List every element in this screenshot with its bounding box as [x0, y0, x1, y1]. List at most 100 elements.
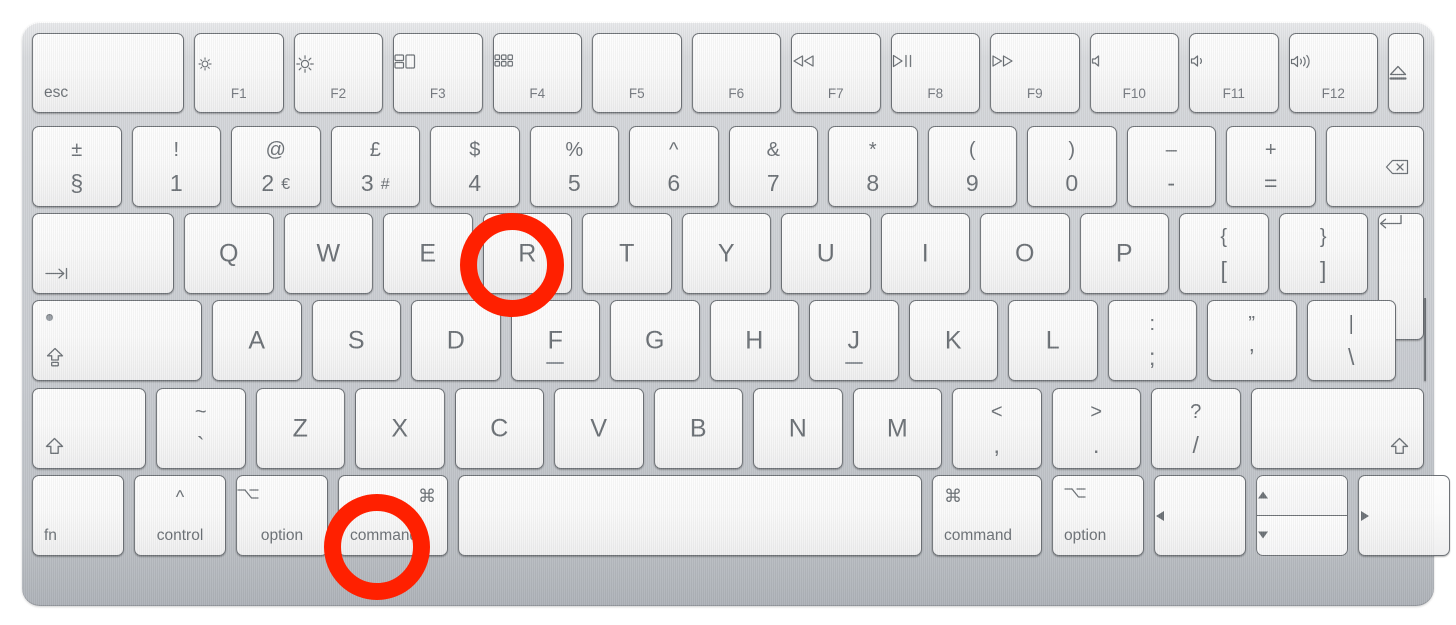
key-legend: J: [847, 326, 861, 354]
f6-key[interactable]: F6: [691, 33, 781, 113]
f3-mission-control-key[interactable]: F3: [393, 33, 483, 113]
m-key[interactable]: M: [852, 388, 942, 469]
control-key[interactable]: ^ control: [134, 475, 226, 556]
digit-1-key[interactable]: ! 1: [131, 126, 221, 207]
f2-brightness-up-key[interactable]: F2: [293, 33, 383, 113]
f-key[interactable]: F: [510, 300, 600, 381]
f10-mute-key[interactable]: F10: [1089, 33, 1179, 113]
digit-8-key[interactable]: * 8: [828, 126, 918, 207]
comma-key[interactable]: <,: [952, 388, 1042, 469]
arrow-down-key[interactable]: [1256, 515, 1348, 556]
section-key[interactable]: ± §: [32, 126, 122, 207]
eject-icon: [1389, 65, 1423, 81]
p-key[interactable]: P: [1079, 213, 1169, 294]
quote-key[interactable]: ”’: [1207, 300, 1297, 381]
right-command-key[interactable]: ⌘ command: [932, 475, 1042, 556]
keyboard-chassis: esc F1 F2 F3 F4 F5 F6 F7 F8 F9 F10 F11 F12 ± §! 1 @2 € £3 #…: [22, 22, 1450, 606]
digit-7-key[interactable]: & 7: [728, 126, 818, 207]
q-key[interactable]: Q: [184, 213, 274, 294]
return-key-foot[interactable]: [1424, 298, 1426, 381]
g-key[interactable]: G: [610, 300, 700, 381]
delete-key[interactable]: [1325, 126, 1424, 207]
v-key[interactable]: V: [554, 388, 644, 469]
base-legend: 7: [766, 169, 780, 196]
f12-volume-up-key[interactable]: F12: [1288, 33, 1378, 113]
left-option-key[interactable]: option: [236, 475, 328, 556]
loption-label: option: [260, 526, 304, 544]
k-key[interactable]: K: [908, 300, 998, 381]
d-key[interactable]: D: [411, 300, 501, 381]
left-command-key[interactable]: ⌘ command: [338, 475, 448, 556]
base-legend: 8: [866, 169, 880, 196]
alt-legend-char: €: [281, 175, 291, 193]
period-key[interactable]: >.: [1051, 388, 1141, 469]
i-key[interactable]: I: [880, 213, 970, 294]
f7-rewind-key[interactable]: F7: [791, 33, 881, 113]
z-key[interactable]: Z: [255, 388, 345, 469]
digit-9-key[interactable]: (9: [927, 126, 1017, 207]
left-bracket-key[interactable]: {[: [1179, 213, 1269, 294]
digit-6-key[interactable]: ^ 6: [629, 126, 719, 207]
j-key[interactable]: J: [809, 300, 899, 381]
grave-key[interactable]: ~ `: [156, 388, 246, 469]
base-legend: 6: [667, 169, 681, 196]
semicolon-key[interactable]: :;: [1107, 300, 1197, 381]
slash-key[interactable]: ? /: [1151, 388, 1241, 469]
escape-key[interactable]: esc: [32, 33, 184, 113]
f5-key[interactable]: F5: [592, 33, 682, 113]
fn-key[interactable]: fn: [32, 475, 124, 556]
tab-key[interactable]: [32, 213, 174, 294]
caps-lock-icon: [45, 347, 65, 367]
digit-0-key[interactable]: ) 0: [1027, 126, 1117, 207]
n-key[interactable]: N: [753, 388, 843, 469]
equals-key[interactable]: + =: [1226, 126, 1316, 207]
right-option-key[interactable]: option: [1052, 475, 1144, 556]
tab-icon: [45, 267, 69, 280]
o-key[interactable]: O: [980, 213, 1070, 294]
r-key[interactable]: R: [482, 213, 572, 294]
l-key[interactable]: L: [1008, 300, 1098, 381]
arrow-left-key[interactable]: [1154, 475, 1246, 556]
x-key[interactable]: X: [355, 388, 445, 469]
y-key[interactable]: Y: [681, 213, 771, 294]
arrow-up-key[interactable]: [1256, 475, 1348, 516]
arrow-right-key[interactable]: [1358, 475, 1450, 556]
digit-4-key[interactable]: $4: [430, 126, 520, 207]
digit-5-key[interactable]: % 5: [529, 126, 619, 207]
backslash-key[interactable]: | \: [1306, 300, 1396, 381]
minus-key[interactable]: – -: [1126, 126, 1216, 207]
arrow-up-down-keys[interactable]: [1256, 475, 1348, 556]
space-bar[interactable]: [458, 475, 922, 556]
f11-volume-down-key[interactable]: F11: [1189, 33, 1279, 113]
arrow-down-icon: [1257, 531, 1347, 540]
f1-brightness-down-key[interactable]: F1: [194, 33, 284, 113]
a-key[interactable]: A: [212, 300, 302, 381]
f9-fast-forward-key[interactable]: F9: [990, 33, 1080, 113]
base-legend: 4: [468, 169, 482, 196]
digit-2-key[interactable]: @2 €: [231, 126, 321, 207]
control-label: control: [156, 526, 204, 544]
u-key[interactable]: U: [781, 213, 871, 294]
b-key[interactable]: B: [653, 388, 743, 469]
caps-lock-key[interactable]: [32, 300, 202, 381]
shift-legend: %: [565, 138, 584, 161]
e-key[interactable]: E: [383, 213, 473, 294]
digit-3-key[interactable]: £3 #: [330, 126, 420, 207]
t-key[interactable]: T: [582, 213, 672, 294]
c-key[interactable]: C: [454, 388, 544, 469]
function-name-label: F9: [1026, 85, 1043, 101]
f4-launchpad-key[interactable]: F4: [492, 33, 582, 113]
left-shift-key[interactable]: [32, 388, 146, 469]
right-bracket-key[interactable]: }]: [1278, 213, 1368, 294]
base-legend: ’: [1249, 343, 1255, 370]
homing-bar: [844, 362, 863, 364]
shift-legend: |: [1348, 312, 1354, 335]
eject-key[interactable]: [1388, 33, 1424, 113]
w-key[interactable]: W: [283, 213, 373, 294]
h-key[interactable]: H: [709, 300, 799, 381]
f8-play-pause-key[interactable]: F8: [890, 33, 980, 113]
right-shift-key[interactable]: [1250, 388, 1424, 469]
s-key[interactable]: S: [311, 300, 401, 381]
key-legend: E: [419, 239, 437, 267]
key-legend: P: [1115, 239, 1133, 267]
